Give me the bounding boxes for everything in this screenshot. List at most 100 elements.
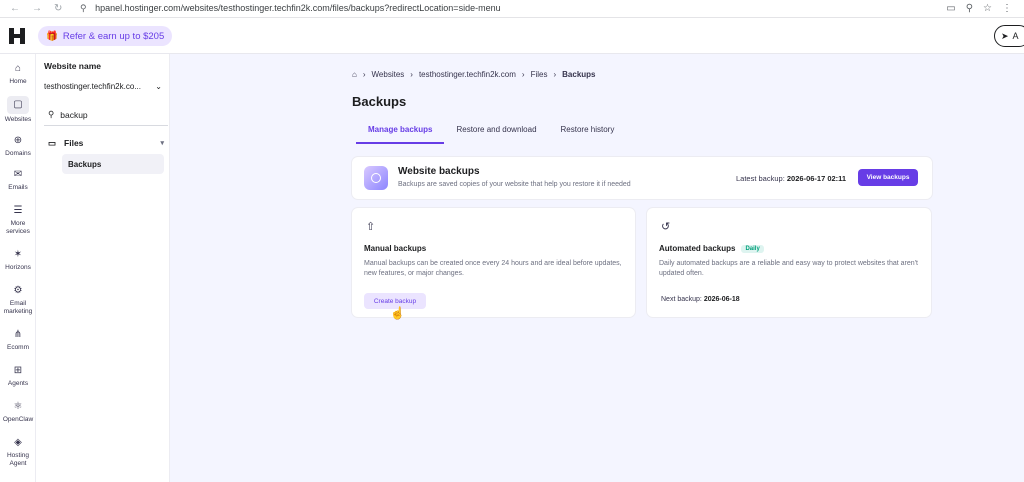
refer-promo-button[interactable]: 🎁 Refer & earn up to $205 [38,26,173,46]
email-marketing-icon: ⚙ [13,285,23,296]
automated-backups-description: Daily automated backups are a reliable a… [659,260,918,277]
tab-restore-history[interactable]: Restore history [549,124,627,144]
nav-label: Home [9,78,27,85]
automated-title-text: Automated backups [659,244,736,253]
website-sidebar: Website name testhostinger.techfin2k.co.… [36,54,170,482]
tab-restore-download[interactable]: Restore and download [444,124,548,144]
nav-label: OpenClaw [2,416,34,423]
browser-nav: ← → ↻ [0,3,80,14]
backup-ring-icon [364,166,388,190]
automated-backups-card: ↺ Automated backups Daily Daily automate… [647,208,931,317]
breadcrumb-separator: › [410,70,413,79]
breadcrumb-separator: › [362,70,366,79]
site-info-icon[interactable]: ⚲ [80,3,87,13]
openclaw-icon: ⚛ [13,401,23,412]
account-button[interactable]: ➤ A [994,25,1024,47]
nav-item-openclaw[interactable]: ⚛ OpenClaw [0,400,36,424]
sidebar-item-backups[interactable]: Backups [62,154,164,174]
nav-label: Agents [7,380,29,387]
nav-item-domains[interactable]: ⊕ Domains [0,134,36,158]
website-backups-banner: Website backups Backups are saved copies… [352,157,932,199]
horizons-icon: ✶ [13,249,23,260]
breadcrumb-files[interactable]: Files [531,70,548,79]
reload-icon[interactable]: ↻ [54,3,62,14]
folder-icon: ▭ [48,137,57,148]
address-bar[interactable]: ⚲ hpanel.hostinger.com/websites/testhost… [80,3,946,14]
nav-item-emails[interactable]: ✉ Emails [0,168,36,192]
browser-bar: ← → ↻ ⚲ hpanel.hostinger.com/websites/te… [0,0,1024,18]
globe-icon: ⊕ [13,135,23,146]
sidebar-item-files[interactable]: ▭ Files ▾ [44,134,164,152]
next-backup: Next backup: 2026-06-18 [661,296,740,303]
breadcrumb-separator: › [553,70,557,79]
gift-icon: 🎁 [46,30,58,42]
page-title: Backups [352,94,407,109]
nav-label: Hosting Agent [6,452,30,467]
ecomm-icon: ⋔ [13,329,23,340]
account-initial: A [1012,31,1019,41]
agents-icon: ⊞ [13,365,23,376]
mail-icon: ✉ [13,169,23,180]
view-backups-button[interactable]: View backups [858,169,918,186]
nav-label: Domains [5,150,31,157]
website-name-label: Website name [44,61,102,71]
nav-label: Horizons [5,264,31,271]
breadcrumb-current: Backups [562,70,596,79]
nav-item-ecomm[interactable]: ⋔ Ecomm [0,328,36,352]
top-header: 🎁 Refer & earn up to $205 ➤ A [0,18,1024,54]
back-icon[interactable]: ← [10,3,20,14]
chevron-down-icon: ▾ [160,140,164,147]
nav-label: Websites [4,116,32,123]
nav-label: Email marketing [3,300,33,315]
nav-item-horizons[interactable]: ✶ Horizons [0,248,36,272]
breadcrumb-website[interactable]: testhostinger.techfin2k.com [419,70,516,79]
arrow-icon: ➤ [1001,30,1009,41]
daily-badge: Daily [741,244,764,253]
home-icon: ⌂ [14,63,22,74]
chevron-down-icon: ⌄ [155,81,162,91]
browser-actions: ▭ ⚲ ☆ ⋮ [946,3,1024,14]
left-nav: ⌂ Home ▢ Websites ⊕ Domains ✉ Emails ☰ M… [0,54,36,482]
next-backup-label: Next backup: [661,296,702,303]
upload-icon: ⇧ [366,221,376,233]
nav-item-home[interactable]: ⌂ Home [0,62,36,86]
manual-backups-title: Manual backups [364,244,426,253]
menu-icon[interactable]: ⋮ [1002,3,1012,14]
bookmark-star-icon[interactable]: ☆ [983,3,992,14]
promo-label: Refer & earn up to $205 [62,30,165,42]
website-select-value: testhostinger.techfin2k.co... [44,81,141,91]
zoom-icon[interactable]: ⚲ [966,3,973,14]
screen-icon[interactable]: ▭ [946,3,955,14]
sidebar-search-input[interactable]: ⚲ backup [44,104,168,126]
history-icon: ↺ [661,221,671,233]
search-icon: ⚲ [48,109,55,119]
nav-label: Ecomm [6,344,30,351]
nav-label: More services [6,220,30,235]
banner-description: Backups are saved copies of your website… [398,181,631,188]
breadcrumb: ⌂ › Websites › testhostinger.techfin2k.c… [352,70,596,79]
tab-manage-backups[interactable]: Manage backups [356,124,445,144]
nav-item-more-services[interactable]: ☰ More services [0,204,36,236]
manual-backups-description: Manual backups can be created once every… [364,260,622,277]
forward-icon[interactable]: → [32,3,42,14]
latest-backup-value: 2026-06-17 02:11 [786,174,847,183]
nav-item-agents[interactable]: ⊞ Agents [0,364,36,388]
nav-item-hosting-agent[interactable]: ◈ Hosting Agent [0,436,36,468]
breadcrumb-separator: › [521,70,525,79]
hostinger-logo-icon[interactable] [8,27,26,45]
files-label: Files [64,138,84,148]
nav-item-email-marketing[interactable]: ⚙ Email marketing [0,284,36,316]
nav-item-websites[interactable]: ▢ Websites [0,96,36,124]
next-backup-value: 2026-06-18 [703,296,740,303]
latest-backup-label: Latest backup: [736,174,785,183]
website-select[interactable]: testhostinger.techfin2k.co... ⌄ [44,76,162,96]
services-icon: ☰ [13,205,23,216]
pointer-cursor-icon: ☝ [390,306,405,320]
websites-icon: ▢ [7,96,29,114]
nav-label: Emails [8,184,28,191]
breadcrumb-websites[interactable]: Websites [372,70,405,79]
manual-title-text: Manual backups [364,244,427,253]
latest-backup: Latest backup: 2026-06-17 02:11 [736,174,846,183]
home-icon[interactable]: ⌂ [352,70,357,79]
url-text: hpanel.hostinger.com/websites/testhostin… [95,3,501,13]
